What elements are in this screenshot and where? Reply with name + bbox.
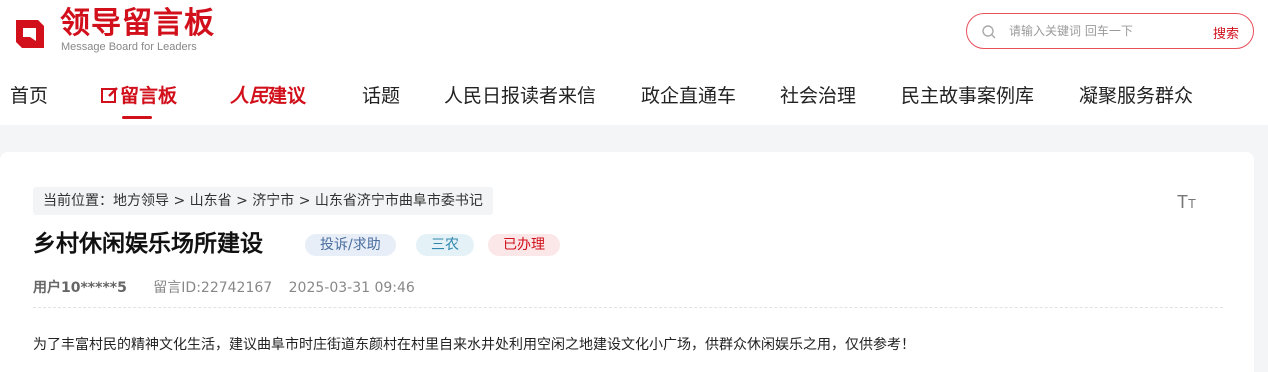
nav-item-home[interactable]: 首页	[10, 82, 48, 110]
message-meta: 用户10*****5 留言ID:22742167 2025-03-31 09:4…	[33, 278, 415, 298]
breadcrumb-separator: >	[298, 193, 311, 209]
nav-item-gov-enterprise[interactable]: 政企直通车	[641, 82, 736, 110]
breadcrumb-separator: >	[236, 193, 248, 209]
search-box: 搜索	[966, 13, 1254, 49]
breadcrumb: 当前位置：地方领导 > 山东省 > 济宁市 > 山东省济宁市曲阜市委书记	[33, 187, 493, 215]
breadcrumb-item[interactable]: 山东省	[190, 193, 232, 209]
breadcrumb-separator: >	[173, 193, 186, 209]
search-input[interactable]	[1009, 21, 1189, 41]
font-size-toggle-icon[interactable]: TT	[1177, 192, 1196, 213]
tag-complaint[interactable]: 投诉/求助	[305, 234, 396, 256]
status-badge: 已办理	[488, 234, 560, 256]
nav-item-people-suggestion[interactable]: 人民建议	[230, 82, 306, 110]
nav-item-topics[interactable]: 话题	[362, 82, 400, 110]
nav-item-message-board[interactable]: 留言板	[100, 82, 177, 110]
search-button[interactable]: 搜索	[1213, 23, 1239, 42]
edit-icon	[101, 87, 118, 103]
font-size-toggle-large: T	[1177, 192, 1188, 212]
nav-item-social-governance[interactable]: 社会治理	[780, 82, 856, 110]
top-header: 领导留言板 Message Board for Leaders 搜索 首页 留言…	[0, 0, 1268, 125]
people-suggestion-prefix: 人民	[230, 85, 269, 107]
logo-title[interactable]: 领导留言板	[60, 6, 215, 42]
tag-agriculture[interactable]: 三农	[416, 234, 474, 256]
nav-item-serve-masses[interactable]: 凝聚服务群众	[1079, 82, 1193, 110]
breadcrumb-item[interactable]: 济宁市	[252, 193, 294, 209]
search-icon	[982, 25, 996, 39]
breadcrumb-item[interactable]: 山东省济宁市曲阜市委书记	[315, 193, 483, 209]
nav-item-message-board-label: 留言板	[120, 85, 178, 107]
message-user: 用户10*****5	[33, 280, 127, 296]
message-card: 当前位置：地方领导 > 山东省 > 济宁市 > 山东省济宁市曲阜市委书记 TT …	[0, 152, 1254, 372]
people-suggestion-suffix: 建议	[268, 85, 307, 107]
nav-item-reader-letters[interactable]: 人民日报读者来信	[444, 82, 596, 110]
message-id: 留言ID:22742167	[153, 280, 273, 296]
logo-subtitle: Message Board for Leaders	[61, 41, 197, 53]
message-datetime: 2025-03-31 09:46	[288, 280, 415, 296]
breadcrumb-prefix: 当前位置：	[43, 193, 113, 209]
meta-divider	[33, 307, 1223, 308]
nav-item-democracy-cases[interactable]: 民主故事案例库	[901, 82, 1034, 110]
breadcrumb-item[interactable]: 地方领导	[113, 193, 169, 209]
font-size-toggle-small: T	[1188, 196, 1196, 211]
message-content: 为了丰富村民的精神文化生活，建议曲阜市时庄街道东颜村在村里自来水井处利用空闲之地…	[33, 337, 915, 353]
nav-active-indicator	[122, 116, 152, 119]
message-board-logo-icon[interactable]	[12, 16, 48, 52]
message-title: 乡村休闲娱乐场所建设	[33, 231, 263, 257]
